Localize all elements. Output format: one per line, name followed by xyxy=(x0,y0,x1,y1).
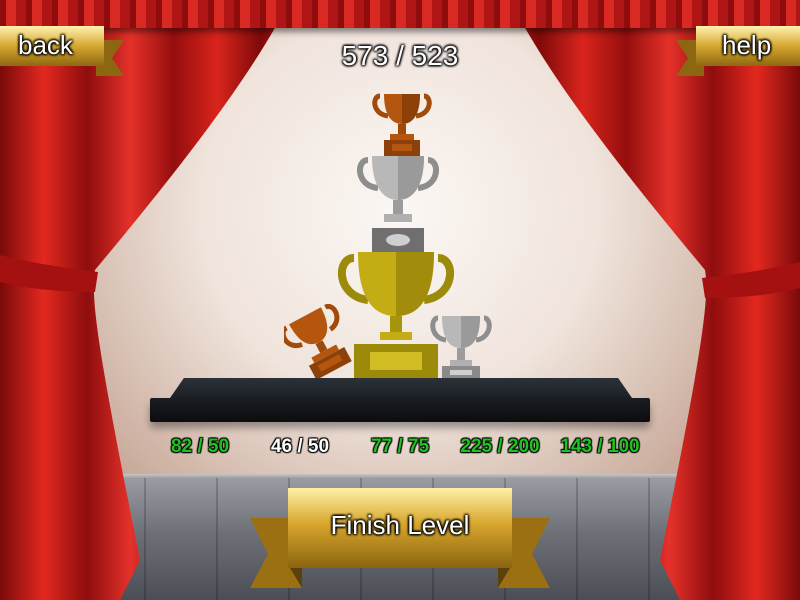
right-curtain xyxy=(510,0,800,600)
silver-trophy-icon xyxy=(357,156,439,254)
stat-3: 77 / 75 xyxy=(370,436,430,457)
stat-4: 225 / 200 xyxy=(460,436,540,457)
back-label: back xyxy=(18,30,73,60)
total-score: 573 / 523 xyxy=(341,40,459,71)
help-label: help xyxy=(722,30,772,60)
small-silver-trophy-icon xyxy=(430,315,492,380)
finish-level-label: Finish Level xyxy=(330,510,470,540)
stat-2: 46 / 50 xyxy=(270,436,330,457)
help-button[interactable]: help xyxy=(676,22,800,78)
bronze-trophy-icon xyxy=(372,93,432,156)
left-curtain xyxy=(0,0,290,600)
stat-5: 143 / 100 xyxy=(560,436,640,457)
tipped-bronze-trophy-icon xyxy=(284,304,352,380)
stat-1: 82 / 50 xyxy=(170,436,230,457)
trophy-shelf-top xyxy=(170,378,632,398)
trophy-shelf xyxy=(150,398,650,422)
back-button[interactable]: back xyxy=(0,22,124,78)
finish-level-button[interactable]: Finish Level xyxy=(250,488,550,592)
